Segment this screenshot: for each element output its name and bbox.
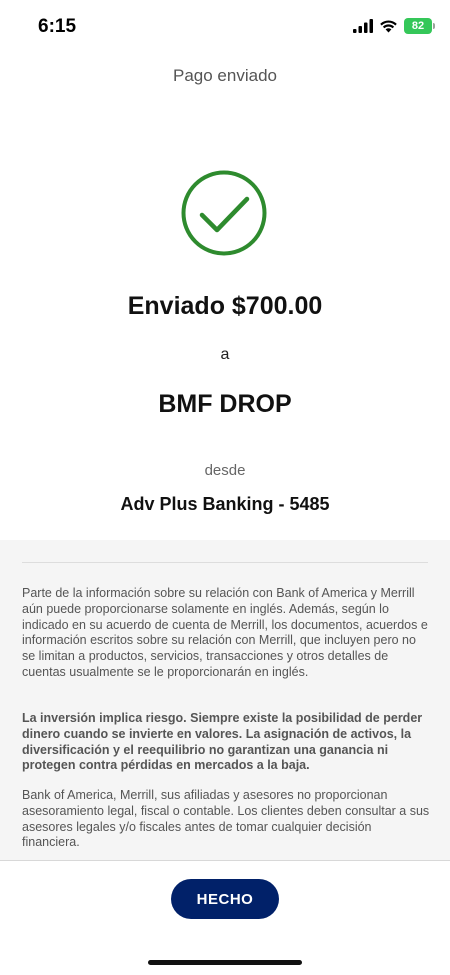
signal-icon xyxy=(353,19,373,33)
battery-icon: 82 xyxy=(404,18,435,34)
disclosure-legal-advice: Bank of America, Merrill, sus afiliadas … xyxy=(22,788,430,850)
divider xyxy=(22,562,428,563)
wifi-icon xyxy=(380,20,397,33)
status-bar: 6:15 82 xyxy=(0,0,450,56)
to-label: a xyxy=(220,346,230,363)
page-title: Pago enviado xyxy=(173,66,277,85)
recipient-name: BMF DROP xyxy=(158,390,292,418)
disclosure-language: Parte de la información sobre su relació… xyxy=(22,586,428,679)
disclosure-section: Parte de la información sobre su relació… xyxy=(0,540,450,860)
source-account: Adv Plus Banking - 5485 xyxy=(120,494,330,514)
footer-divider xyxy=(0,860,450,861)
battery-level: 82 xyxy=(411,20,425,32)
sent-amount: Enviado $700.00 xyxy=(127,292,323,320)
status-icons: 82 xyxy=(353,18,435,34)
from-label: desde xyxy=(204,462,246,479)
status-time: 6:15 xyxy=(38,16,77,37)
disclosure-investment-risk: La inversión implica riesgo. Siempre exi… xyxy=(22,711,423,773)
check-circle-icon xyxy=(181,170,267,256)
home-indicator[interactable] xyxy=(148,960,302,965)
done-button[interactable]: HECHO xyxy=(171,879,279,919)
